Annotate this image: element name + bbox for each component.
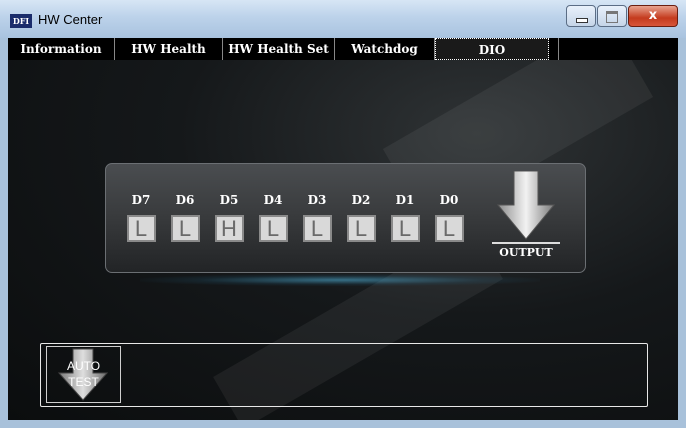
bit-label: D4 xyxy=(263,193,283,207)
auto-test-label-line2: TEST xyxy=(68,375,99,389)
tab-hw-health[interactable]: HW Health xyxy=(115,38,223,60)
bit-value-toggle[interactable]: H xyxy=(214,215,244,242)
bit-d6: D6 L xyxy=(163,191,207,242)
panel-glow xyxy=(140,274,540,286)
main-content: Information HW Health HW Health Set Watc… xyxy=(8,38,678,420)
auto-test-label-line1: AUTO xyxy=(66,359,101,373)
bit-label: D7 xyxy=(131,193,151,207)
output-label: OUTPUT xyxy=(499,246,553,259)
tab-bar: Information HW Health HW Health Set Watc… xyxy=(8,38,678,60)
bit-d1: D1 L xyxy=(383,191,427,242)
bit-label: D0 xyxy=(439,193,459,207)
bit-label: D3 xyxy=(307,193,327,207)
close-icon: x xyxy=(648,8,658,23)
minimize-button[interactable] xyxy=(566,5,596,27)
bit-value-toggle[interactable]: L xyxy=(126,215,156,242)
output-button[interactable]: OUTPUT xyxy=(490,170,562,263)
bit-label: D2 xyxy=(351,193,371,207)
bit-d4: D4 L xyxy=(251,191,295,242)
bit-label: D5 xyxy=(219,193,239,207)
window-title: HW Center xyxy=(38,12,103,27)
bit-value-toggle[interactable]: L xyxy=(390,215,420,242)
bit-label: D6 xyxy=(175,193,195,207)
tab-information[interactable]: Information xyxy=(8,38,115,60)
auto-test-button[interactable]: AUTO TEST xyxy=(46,346,121,403)
bit-value-toggle[interactable]: L xyxy=(258,215,288,242)
output-underline xyxy=(492,242,560,244)
bit-value-toggle[interactable]: L xyxy=(346,215,376,242)
tab-spacer xyxy=(549,38,559,60)
bit-d3: D3 L xyxy=(295,191,339,242)
app-window: DFI HW Center x Information HW Health HW… xyxy=(0,0,686,428)
bit-d7: D7 L xyxy=(119,191,163,242)
title-bar[interactable]: DFI HW Center x xyxy=(0,0,686,38)
close-button[interactable]: x xyxy=(628,5,678,27)
bit-label: D1 xyxy=(395,193,415,207)
bit-d5: D5 H xyxy=(207,191,251,242)
down-arrow-icon xyxy=(496,170,556,240)
bit-d0: D0 L xyxy=(427,191,471,242)
auto-test-frame xyxy=(40,343,648,407)
bit-d2: D2 L xyxy=(339,191,383,242)
tab-hw-health-set[interactable]: HW Health Set xyxy=(223,38,335,60)
caption-buttons: x xyxy=(565,5,678,27)
bit-value-toggle[interactable]: L xyxy=(170,215,200,242)
bit-value-toggle[interactable]: L xyxy=(434,215,464,242)
tab-dio[interactable]: DIO xyxy=(435,38,549,60)
bit-value-toggle[interactable]: L xyxy=(302,215,332,242)
tab-watchdog[interactable]: Watchdog xyxy=(335,38,435,60)
maximize-button[interactable] xyxy=(597,5,627,27)
app-logo: DFI xyxy=(10,14,32,28)
